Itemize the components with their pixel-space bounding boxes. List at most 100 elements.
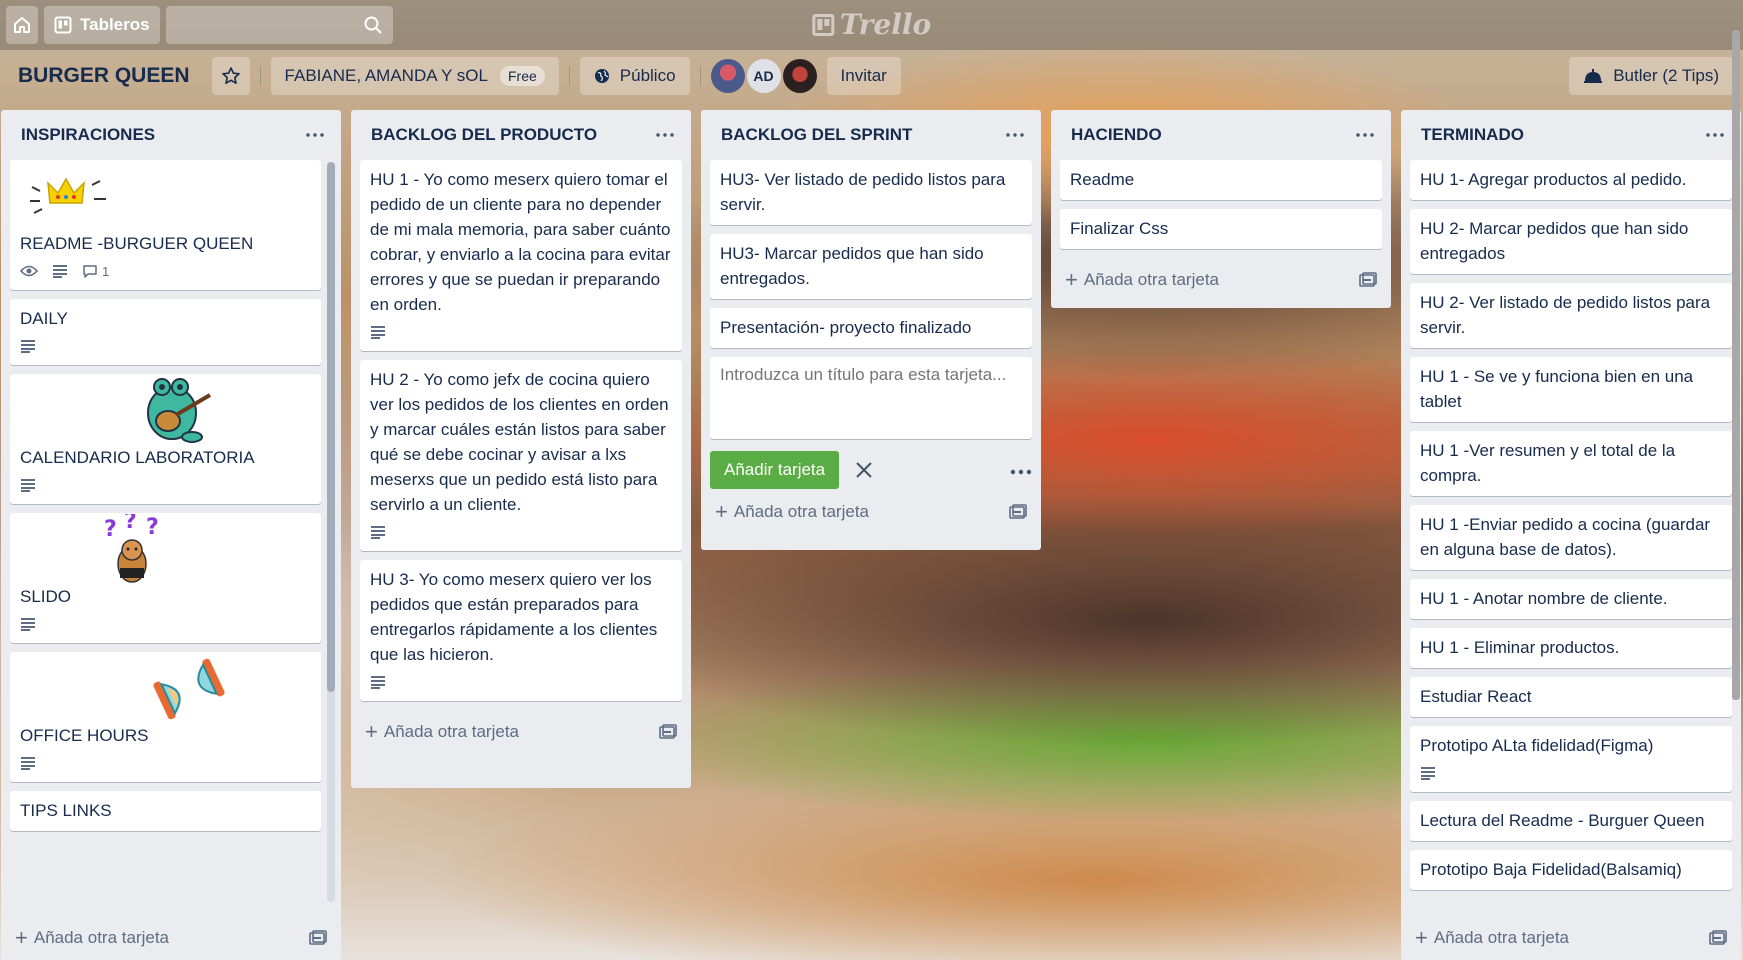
- card-template-icon[interactable]: [1009, 504, 1027, 520]
- list-header[interactable]: BACKLOG DEL PRODUCTO: [351, 110, 691, 160]
- team-button[interactable]: FABIANE, AMANDA Y sOL Free: [270, 57, 559, 95]
- search-input[interactable]: [165, 6, 393, 44]
- list-title[interactable]: HACIENDO: [1071, 125, 1162, 145]
- description-icon: [21, 618, 35, 631]
- new-card-title-input[interactable]: [710, 357, 1032, 439]
- card[interactable]: HU3- Ver listado de pedido listos para s…: [710, 160, 1032, 225]
- card-title: DAILY: [20, 309, 68, 328]
- add-card-button[interactable]: + Añada otra tarjeta: [1, 916, 341, 960]
- list-header[interactable]: BACKLOG DEL SPRINT: [701, 110, 1041, 160]
- description-icon: [1421, 767, 1435, 780]
- search-icon[interactable]: [363, 15, 383, 35]
- trello-logo[interactable]: Trello: [811, 8, 932, 41]
- close-composer-button[interactable]: [849, 455, 879, 485]
- card[interactable]: DAILY: [10, 299, 321, 365]
- boards-icon: [54, 16, 72, 34]
- card-title: HU 1 - Anotar nombre de cliente.: [1420, 589, 1668, 608]
- board-title[interactable]: BURGER QUEEN: [10, 64, 198, 88]
- card-template-icon[interactable]: [309, 930, 327, 946]
- comments-badge: 1: [82, 259, 109, 284]
- card[interactable]: HU 1 - Yo como meserx quiero tomar el pe…: [360, 160, 682, 351]
- close-icon: [856, 462, 872, 478]
- star-button[interactable]: [211, 57, 250, 95]
- svg-text:?: ?: [104, 517, 117, 542]
- visibility-button[interactable]: Público: [579, 57, 690, 95]
- trello-logo-text: Trello: [839, 8, 932, 41]
- member-avatar[interactable]: [710, 59, 745, 93]
- more-icon: [1356, 133, 1374, 137]
- card[interactable]: Lectura del Readme - Burguer Queen: [1410, 801, 1732, 841]
- card[interactable]: HU 1 -Enviar pedido a cocina (guardar en…: [1410, 505, 1732, 570]
- list-header[interactable]: HACIENDO: [1051, 110, 1391, 160]
- add-card-button[interactable]: + Añada otra tarjeta: [351, 710, 691, 754]
- add-card-label: Añada otra tarjeta: [1083, 270, 1220, 289]
- list-title[interactable]: INSPIRACIONES: [21, 125, 155, 145]
- list-header[interactable]: TERMINADO: [1401, 110, 1741, 160]
- card-template-icon[interactable]: [1359, 272, 1377, 288]
- card-title: HU 1 - Yo como meserx quiero tomar el pe…: [370, 170, 671, 314]
- list-menu-button[interactable]: [301, 121, 329, 149]
- card[interactable]: HU 1 -Ver resumen y el total de la compr…: [1410, 431, 1732, 496]
- list-scrollbar-thumb[interactable]: [327, 162, 335, 692]
- list-menu-button[interactable]: [1351, 121, 1379, 149]
- card[interactable]: Finalizar Css: [1060, 209, 1382, 249]
- list-menu-button[interactable]: [1001, 121, 1029, 149]
- dog-question-sticker: ? ? ?: [104, 514, 159, 583]
- invite-label: Invitar: [840, 66, 887, 85]
- card-title: README -BURGUER QUEEN: [20, 234, 254, 253]
- list-title[interactable]: TERMINADO: [1421, 125, 1524, 145]
- description-badge: [52, 264, 68, 278]
- card-title: Prototipo ALta fidelidad(Figma): [1420, 736, 1654, 755]
- card[interactable]: HU 1 - Anotar nombre de cliente.: [1410, 579, 1732, 619]
- home-icon: [14, 17, 30, 33]
- invite-button[interactable]: Invitar: [826, 57, 901, 95]
- watching-badge: [20, 264, 38, 278]
- boards-button[interactable]: Tableros: [44, 6, 160, 44]
- add-card-button[interactable]: + Añada otra tarjeta: [1401, 916, 1741, 960]
- list-inspiraciones: INSPIRACIONES README -BURGUER QUEEN 1 DA…: [1, 110, 341, 960]
- card[interactable]: Prototipo ALta fidelidad(Figma): [1410, 726, 1732, 792]
- list-menu-button[interactable]: [1701, 121, 1729, 149]
- card[interactable]: README -BURGUER QUEEN 1: [10, 160, 321, 290]
- card-template-icon[interactable]: [1709, 930, 1727, 946]
- board-members: AD: [710, 59, 819, 93]
- list-title[interactable]: BACKLOG DEL PRODUCTO: [371, 125, 597, 145]
- card-badges: [20, 474, 311, 496]
- list-cards: HU 1 - Yo como meserx quiero tomar el pe…: [351, 160, 691, 710]
- butler-button[interactable]: Butler (2 Tips): [1569, 57, 1733, 95]
- more-icon: [1706, 133, 1724, 137]
- search-box[interactable]: [165, 6, 393, 44]
- card[interactable]: Estudiar React: [1410, 677, 1732, 717]
- card[interactable]: HU 3- Yo como meserx quiero ver los pedi…: [360, 560, 682, 701]
- card[interactable]: HU3- Marcar pedidos que han sido entrega…: [710, 234, 1032, 299]
- add-card-button[interactable]: + Añada otra tarjeta: [1051, 258, 1391, 302]
- card[interactable]: HU 2- Ver listado de pedido listos para …: [1410, 283, 1732, 348]
- card[interactable]: HU 2 - Yo como jefx de cocina quiero ver…: [360, 360, 682, 551]
- card[interactable]: HU 1- Agregar productos al pedido.: [1410, 160, 1732, 200]
- card-title: Readme: [1070, 170, 1135, 189]
- composer-options-button[interactable]: [1010, 460, 1032, 480]
- card[interactable]: HU 1 - Eliminar productos.: [1410, 628, 1732, 668]
- add-card-button[interactable]: + Añada otra tarjeta: [701, 490, 1041, 534]
- card-template-icon[interactable]: [659, 724, 677, 740]
- list-header[interactable]: INSPIRACIONES: [1, 110, 341, 160]
- member-avatar[interactable]: AD: [746, 59, 781, 93]
- add-card-label: Añada otra tarjeta: [33, 928, 170, 947]
- card[interactable]: OFFICE HOURS: [10, 652, 321, 782]
- member-avatar[interactable]: [782, 59, 817, 93]
- card[interactable]: HU 1 - Se ve y funciona bien en una tabl…: [1410, 357, 1732, 422]
- window-scrollbar[interactable]: [1731, 0, 1741, 960]
- card[interactable]: Presentación- proyecto finalizado: [710, 308, 1032, 348]
- card[interactable]: TIPS LINKS: [10, 791, 321, 831]
- list-scrollbar[interactable]: [327, 162, 335, 902]
- card[interactable]: CALENDARIO LABORATORIA: [10, 374, 321, 504]
- home-button[interactable]: [6, 6, 38, 44]
- add-card-submit-button[interactable]: Añadir tarjeta: [710, 451, 840, 489]
- card[interactable]: Readme: [1060, 160, 1382, 200]
- window-scrollbar-thumb[interactable]: [1732, 30, 1740, 700]
- list-title[interactable]: BACKLOG DEL SPRINT: [721, 125, 912, 145]
- card[interactable]: Prototipo Baja Fidelidad(Balsamiq): [1410, 850, 1732, 890]
- list-menu-button[interactable]: [651, 121, 679, 149]
- card[interactable]: HU 2- Marcar pedidos que han sido entreg…: [1410, 209, 1732, 274]
- card[interactable]: ? ? ? SLIDO: [10, 513, 321, 643]
